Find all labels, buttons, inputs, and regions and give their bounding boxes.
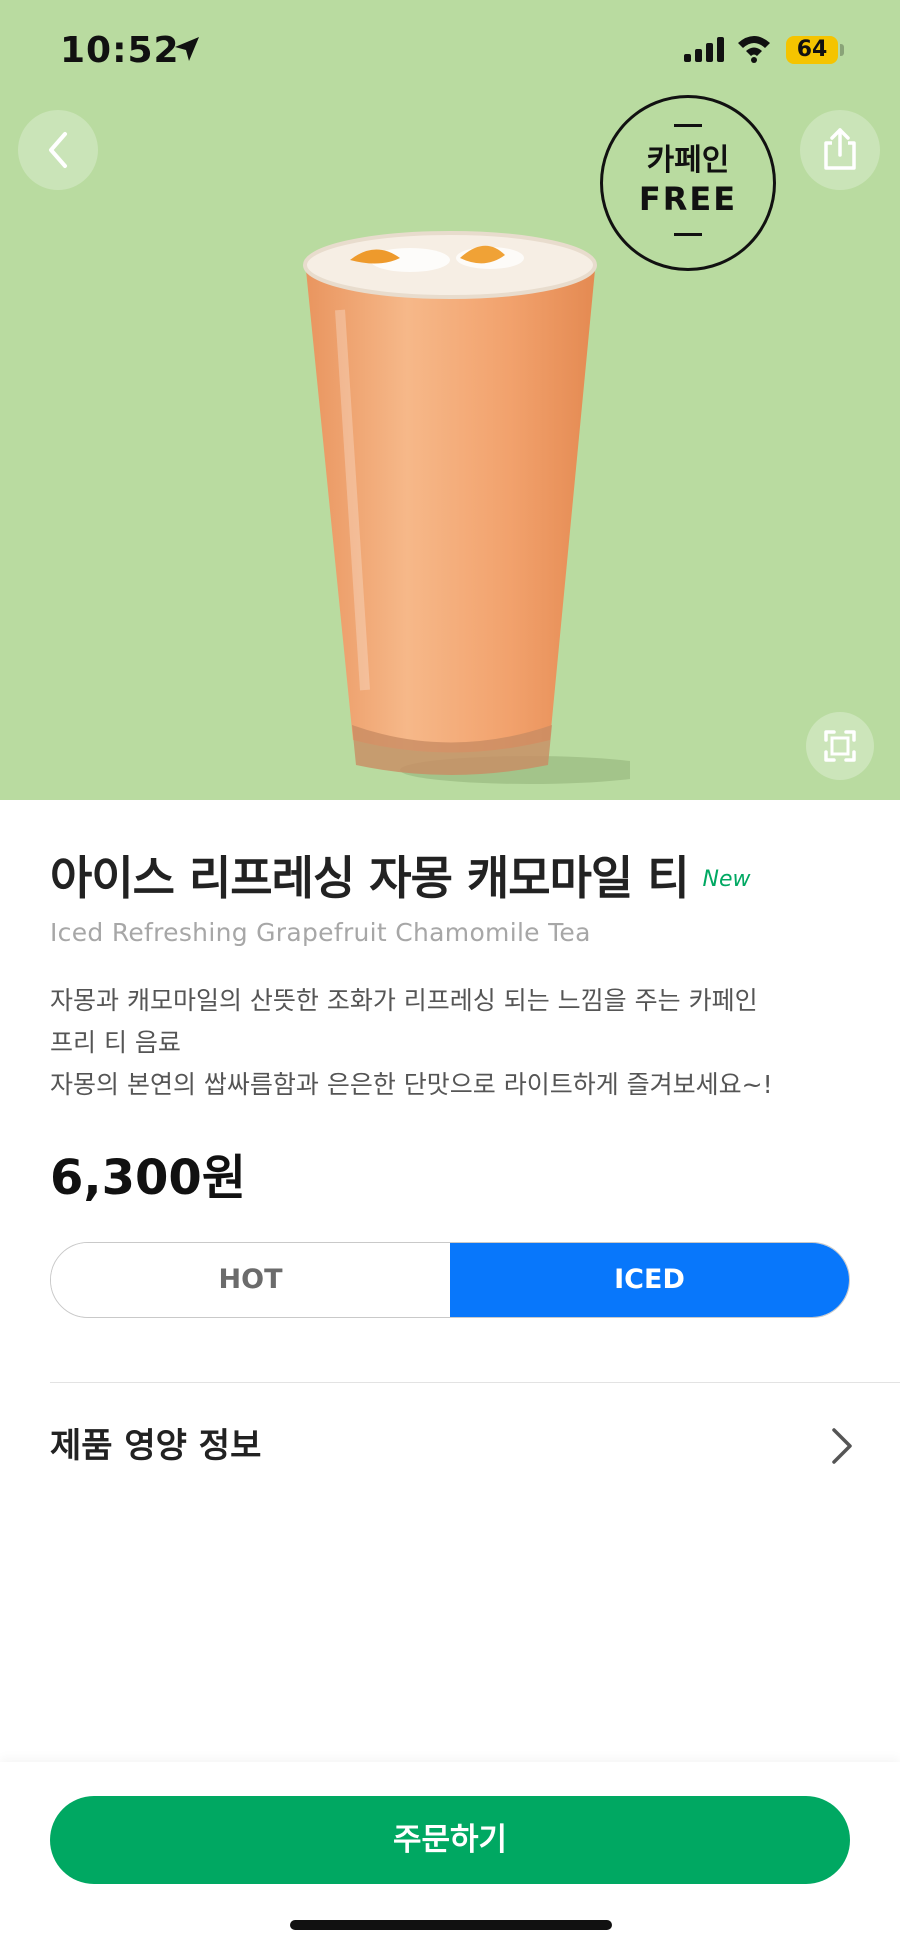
signal-icon bbox=[684, 37, 724, 62]
status-time: 10:52 bbox=[60, 30, 180, 71]
share-icon bbox=[824, 128, 856, 170]
order-button[interactable]: 주문하기 bbox=[50, 1796, 850, 1884]
chevron-right-icon bbox=[832, 1428, 852, 1464]
nutrition-info-label: 제품 영양 정보 bbox=[50, 1426, 262, 1466]
back-icon bbox=[49, 132, 67, 168]
back-button[interactable] bbox=[18, 110, 98, 190]
temperature-iced-option[interactable]: ICED bbox=[450, 1243, 849, 1317]
battery-tip bbox=[840, 44, 844, 56]
new-tag: New bbox=[702, 867, 751, 892]
expand-icon bbox=[824, 730, 856, 762]
product-price: 6,300원 bbox=[50, 1150, 246, 1206]
battery-level: 64 bbox=[786, 36, 838, 64]
product-hero: 10:52 64 카페인 FREE bbox=[0, 0, 900, 800]
home-indicator bbox=[290, 1920, 612, 1930]
badge-dash-top bbox=[674, 124, 702, 127]
description-line: 자몽의 본연의 쌉싸름함과 은은한 단맛으로 라이트하게 즐겨보세요~! bbox=[50, 1070, 773, 1099]
description-line: 프리 티 음료 bbox=[50, 1028, 181, 1057]
nutrition-info-row[interactable]: 제품 영양 정보 bbox=[50, 1416, 860, 1476]
temperature-hot-option[interactable]: HOT bbox=[51, 1243, 450, 1317]
wifi-icon bbox=[738, 36, 770, 63]
section-divider bbox=[50, 1382, 900, 1383]
drink-image bbox=[303, 231, 630, 784]
badge-line1: 카페인 bbox=[646, 143, 730, 178]
description-line: 자몽과 캐모마일의 산뜻한 조화가 리프레싱 되는 느낌을 주는 카페인 bbox=[50, 986, 758, 1015]
status-bar: 10:52 64 bbox=[0, 0, 900, 100]
share-button[interactable] bbox=[800, 110, 880, 190]
badge-line2: FREE bbox=[638, 180, 738, 218]
expand-image-button[interactable] bbox=[806, 712, 874, 780]
product-name-en: Iced Refreshing Grapefruit Chamomile Tea bbox=[50, 918, 591, 947]
temperature-toggle: HOT ICED bbox=[50, 1242, 850, 1318]
product-title-row: 아이스 리프레싱 자몽 캐모마일 티 New bbox=[50, 842, 870, 908]
location-arrow-icon bbox=[175, 37, 199, 61]
product-name-ko: 아이스 리프레싱 자몽 캐모마일 티 bbox=[50, 851, 690, 905]
product-description: 자몽과 캐모마일의 산뜻한 조화가 리프레싱 되는 느낌을 주는 카페인 프리 … bbox=[50, 980, 850, 1106]
badge-dash-bottom bbox=[674, 233, 702, 236]
